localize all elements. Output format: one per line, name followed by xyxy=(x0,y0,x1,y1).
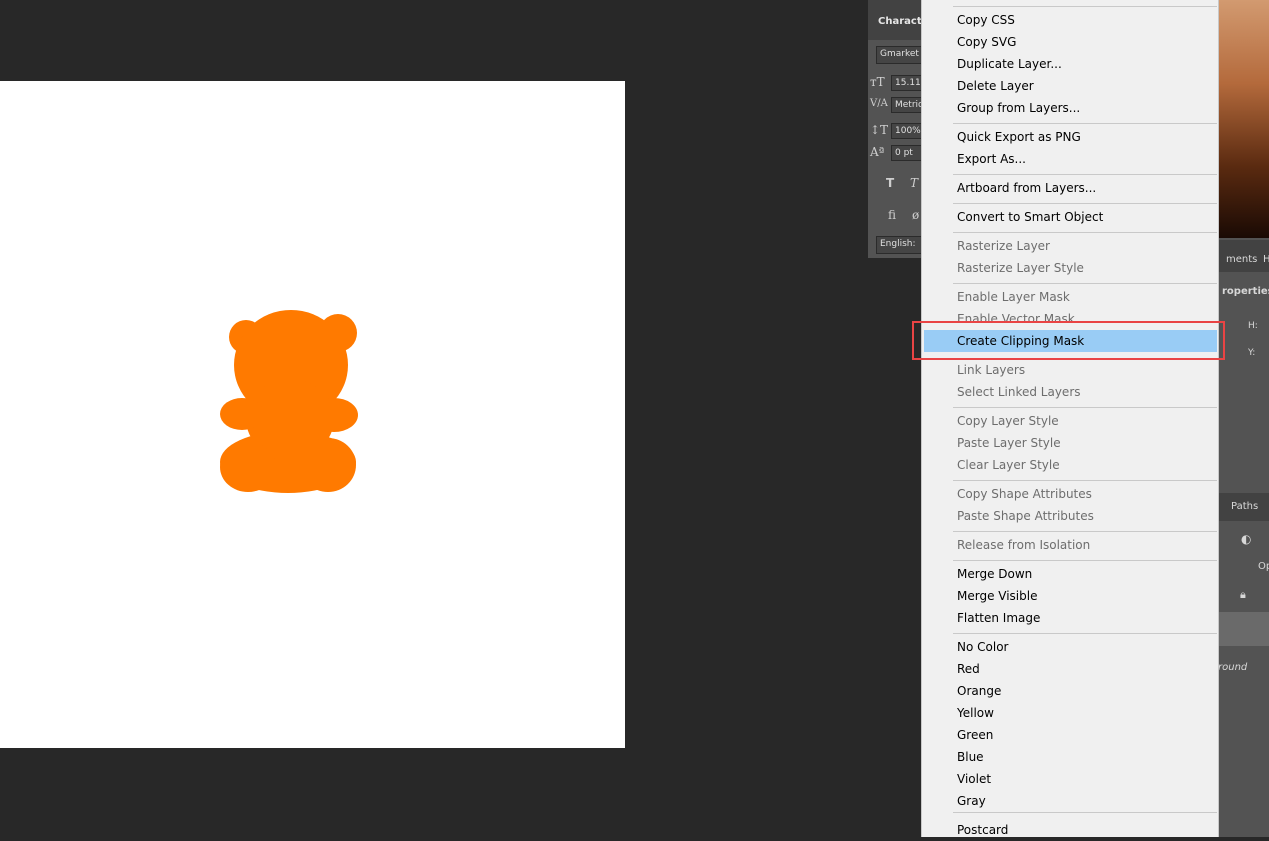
lock-icon[interactable]: 🔒︎ xyxy=(1240,588,1246,602)
menu-item-select-linked-layers[interactable]: Select Linked Layers xyxy=(924,381,1217,403)
menu-item-no-color[interactable]: No Color xyxy=(924,636,1217,658)
adjustment-layer-icon[interactable]: ◐ xyxy=(1241,532,1251,546)
menu-item-link-layers[interactable]: Link Layers xyxy=(924,359,1217,381)
opacity-label: Op xyxy=(1258,561,1269,572)
menu-item-rasterize-layer-style[interactable]: Rasterize Layer Style xyxy=(924,257,1217,279)
menu-item-paste-shape-attributes[interactable]: Paste Shape Attributes xyxy=(924,505,1217,527)
discretionary-ligature-icon[interactable]: ø xyxy=(912,208,919,222)
background-layer-name[interactable]: round xyxy=(1218,662,1247,673)
menu-item-copy-layer-style[interactable]: Copy Layer Style xyxy=(924,410,1217,432)
menu-separator xyxy=(953,203,1217,204)
menu-item-quick-export-as-png[interactable]: Quick Export as PNG xyxy=(924,126,1217,148)
height-label: H: xyxy=(1248,321,1258,331)
menu-item-red[interactable]: Red xyxy=(924,658,1217,680)
color-picker-field[interactable] xyxy=(1218,0,1269,238)
menu-item-duplicate-layer[interactable]: Duplicate Layer... xyxy=(924,53,1217,75)
menu-separator xyxy=(953,560,1217,561)
menu-separator xyxy=(953,407,1217,408)
menu-item-postcard[interactable]: Postcard xyxy=(924,819,1217,841)
menu-separator xyxy=(953,6,1217,7)
adjustments-tab-bar: ments H xyxy=(1218,240,1269,272)
menu-item-copy-svg[interactable]: Copy SVG xyxy=(924,31,1217,53)
faux-italic-icon[interactable]: T xyxy=(910,176,918,190)
menu-item-violet[interactable]: Violet xyxy=(924,768,1217,790)
menu-item-paste-layer-style[interactable]: Paste Layer Style xyxy=(924,432,1217,454)
menu-item-orange[interactable]: Orange xyxy=(924,680,1217,702)
menu-separator xyxy=(953,812,1217,813)
menu-item-enable-vector-mask[interactable]: Enable Vector Mask xyxy=(924,308,1217,330)
vertical-scale-icon: ↕T xyxy=(870,123,889,137)
ligature-icon[interactable]: ﬁ xyxy=(888,208,896,222)
tab-paths[interactable]: Paths xyxy=(1231,501,1258,512)
character-panel-tab[interactable]: Character xyxy=(868,0,928,40)
layers-tab-bar: Paths xyxy=(1218,493,1269,521)
menu-separator xyxy=(953,531,1217,532)
menu-separator xyxy=(953,480,1217,481)
faux-bold-icon[interactable]: T xyxy=(886,176,894,190)
menu-item-green[interactable]: Green xyxy=(924,724,1217,746)
menu-item-blue[interactable]: Blue xyxy=(924,746,1217,768)
kerning-icon: V/A xyxy=(870,98,888,109)
selected-layer-row[interactable] xyxy=(1218,612,1269,646)
menu-item-group-from-layers[interactable]: Group from Layers... xyxy=(924,97,1217,119)
baseline-shift-icon: Aª xyxy=(870,145,885,159)
menu-separator xyxy=(953,123,1217,124)
properties-title: roperties xyxy=(1222,286,1269,297)
menu-item-copy-css[interactable]: Copy CSS xyxy=(924,9,1217,31)
tab-adjustments[interactable]: ments xyxy=(1226,254,1257,265)
menu-item-release-from-isolation[interactable]: Release from Isolation xyxy=(924,534,1217,556)
layer-context-menu: Copy CSS Copy SVG Duplicate Layer... Delete… xyxy=(921,0,1219,837)
menu-item-flatten-image[interactable]: Flatten Image xyxy=(924,607,1217,629)
menu-separator xyxy=(953,633,1217,634)
tab-history[interactable]: H xyxy=(1263,254,1269,265)
menu-item-copy-shape-attributes[interactable]: Copy Shape Attributes xyxy=(924,483,1217,505)
menu-item-create-clipping-mask[interactable]: Create Clipping Mask xyxy=(924,330,1217,352)
menu-item-enable-layer-mask[interactable]: Enable Layer Mask xyxy=(924,286,1217,308)
bear-shape[interactable] xyxy=(218,307,360,495)
properties-header: roperties xyxy=(1218,272,1269,310)
menu-item-clear-layer-style[interactable]: Clear Layer Style xyxy=(924,454,1217,476)
font-size-icon: ᴛT xyxy=(870,75,885,89)
menu-item-artboard-from-layers[interactable]: Artboard from Layers... xyxy=(924,177,1217,199)
menu-item-export-as[interactable]: Export As... xyxy=(924,148,1217,170)
character-panel: Character Gmarket S ᴛT 15.11 V/A Metric … xyxy=(868,0,928,258)
menu-separator xyxy=(953,174,1217,175)
y-label: Y: xyxy=(1248,348,1256,358)
menu-item-merge-down[interactable]: Merge Down xyxy=(924,563,1217,585)
menu-item-rasterize-layer[interactable]: Rasterize Layer xyxy=(924,235,1217,257)
menu-separator xyxy=(953,232,1217,233)
menu-item-yellow[interactable]: Yellow xyxy=(924,702,1217,724)
menu-item-merge-visible[interactable]: Merge Visible xyxy=(924,585,1217,607)
menu-item-convert-to-smart-object[interactable]: Convert to Smart Object xyxy=(924,206,1217,228)
menu-item-delete-layer[interactable]: Delete Layer xyxy=(924,75,1217,97)
menu-item-gray[interactable]: Gray xyxy=(924,790,1217,812)
menu-separator xyxy=(953,283,1217,284)
